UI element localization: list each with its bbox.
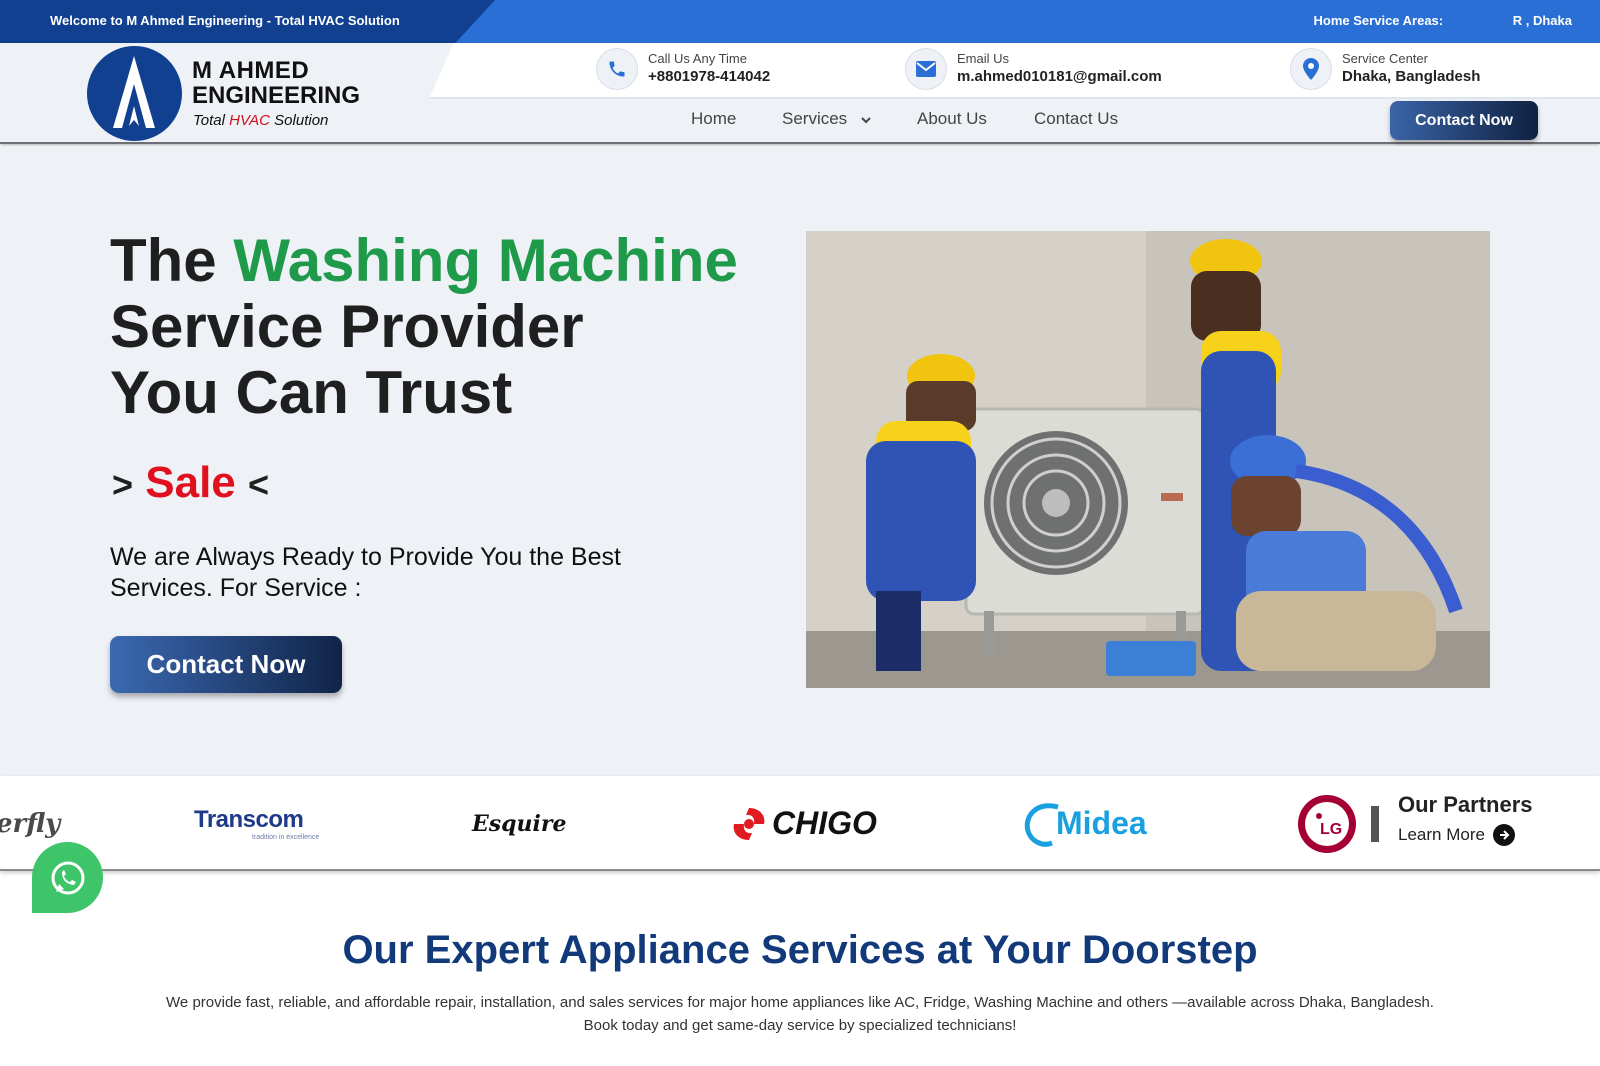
learn-more-link[interactable]: Learn More (1398, 824, 1515, 846)
hero-title-line3: You Can Trust (110, 359, 513, 426)
brand-esquire-text: Esquire (472, 810, 567, 837)
hero-section: The Washing Machine Service Provider You… (0, 146, 1600, 776)
service-areas-label: Home Service Areas: (1313, 13, 1444, 28)
nav-contact[interactable]: Contact Us (1034, 109, 1118, 129)
brand-butterfly-text: erfly (0, 808, 61, 839)
typed-arrow-right: < (248, 464, 270, 505)
brand-midea-text: Midea (1056, 805, 1147, 841)
lg-face-icon: LG (1298, 794, 1356, 853)
logo-tagline-post: Solution (270, 112, 329, 129)
typed-text: > Sale < (112, 458, 269, 508)
hero-title-pre: The (110, 227, 234, 294)
logo-tagline-pre: Total (193, 112, 230, 129)
logo-name-line2[interactable]: ENGINEERING (192, 82, 360, 110)
chevron-down-icon[interactable] (860, 116, 872, 124)
arrow-right-icon[interactable] (1492, 824, 1515, 846)
welcome-text: Welcome to M Ahmed Engineering - Total H… (50, 13, 400, 28)
typed-arrow-left: > (112, 464, 134, 505)
brand-logo-transcom[interactable]: Transcom tradition in excellence (194, 776, 320, 869)
service-center-label: Service Center (1342, 51, 1428, 66)
brand-logo-lg[interactable]: LG (1297, 776, 1379, 869)
hero-title-service: Washing Machine (233, 227, 738, 294)
hero-title: The Washing Machine Service Provider You… (110, 228, 738, 426)
welcome-banner: Welcome to M Ahmed Engineering - Total H… (0, 0, 495, 43)
hero-subtitle: We are Always Ready to Provide You the B… (110, 543, 621, 602)
brand-chigo-text: CHIGO (772, 805, 877, 841)
service-center-location: Dhaka, Bangladesh (1342, 68, 1481, 85)
site-header: M AHMED ENGINEERING Total HVAC Solution … (0, 43, 1600, 144)
email-address[interactable]: m.ahmed010181@gmail.com (957, 68, 1162, 85)
logo-name[interactable]: M AHMED (192, 57, 309, 85)
logo-tower-icon (113, 56, 155, 128)
service-areas: Home Service Areas: R , Dhaka (1314, 13, 1572, 28)
services-section-title: Our Expert Appliance Services at Your Do… (342, 928, 1258, 972)
nav-services-label[interactable]: Services (782, 109, 847, 128)
partners-title: Our Partners (1398, 792, 1533, 817)
hero-title-line2: Service Provider (110, 293, 584, 360)
brand-logo-esquire[interactable]: Esquire (472, 776, 567, 869)
nav-services[interactable]: Services (782, 109, 872, 129)
technicians-illustration (806, 231, 1490, 688)
services-section-description: We provide fast, reliable, and affordabl… (166, 994, 1434, 1034)
partners-strip: erfly Transcom tradition in excellence E… (0, 776, 1600, 871)
typed-word: Sale (145, 458, 236, 507)
learn-more-label[interactable]: Learn More (1398, 825, 1485, 845)
phone-number[interactable]: +8801978-414042 (648, 68, 770, 85)
brand-logo-midea[interactable]: Midea (1022, 776, 1147, 869)
brand-transcom-tagline: tradition in excellence (252, 834, 320, 841)
header-contact-now-button[interactable]: Contact Now (1390, 101, 1538, 140)
call-us-label: Call Us Any Time (648, 51, 747, 66)
whatsapp-chat-button[interactable] (32, 842, 103, 913)
header-divider (430, 97, 1600, 99)
logo-tagline: Total HVAC Solution (193, 112, 328, 129)
nav-home[interactable]: Home (691, 109, 736, 129)
chigo-swirl-icon (733, 807, 765, 840)
service-areas-value: R , Dhaka (1512, 13, 1572, 28)
brand-transcom-text: Transcom (194, 806, 304, 833)
hero-contact-now-button[interactable]: Contact Now (110, 636, 342, 693)
phone-icon (596, 48, 638, 90)
location-pin-icon (1290, 48, 1332, 90)
envelope-icon (905, 48, 947, 90)
nav-about[interactable]: About Us (917, 109, 987, 129)
top-bar: Welcome to M Ahmed Engineering - Total H… (0, 0, 1600, 43)
email-label: Email Us (957, 51, 1010, 66)
brand-logo-chigo[interactable]: CHIGO (730, 776, 877, 869)
whatsapp-icon (51, 861, 84, 894)
hero-image (806, 231, 1490, 688)
lg-wordmark-fragment (1371, 805, 1379, 842)
logo-emblem[interactable] (87, 46, 182, 141)
logo-tagline-hvac: HVAC (229, 112, 270, 129)
brand-lg-text: LG (1320, 821, 1342, 838)
